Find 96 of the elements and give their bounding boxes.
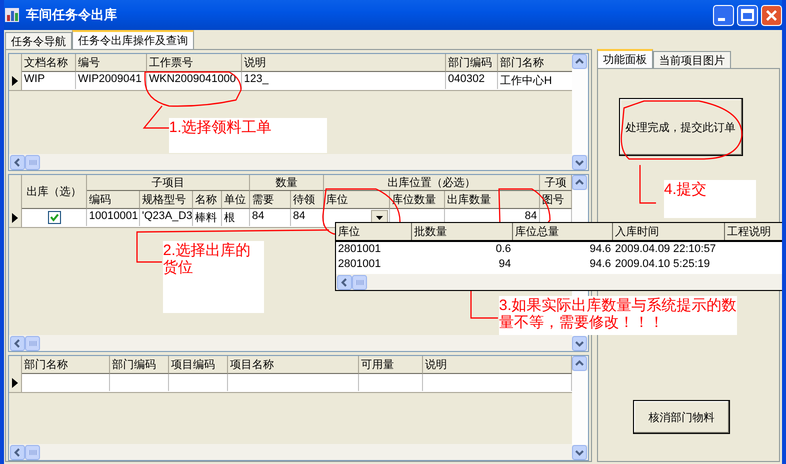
scroll-down-icon[interactable] [572, 155, 587, 170]
table-cell-text: 94.6 [588, 258, 612, 272]
annotation-note: 1.选择领料工单 [169, 118, 327, 153]
scroll-thumb-icon[interactable] [25, 154, 40, 170]
scroll-left-icon[interactable] [10, 154, 25, 170]
horizontal-scrollbar[interactable] [9, 335, 572, 351]
table-cell: 棒料 [193, 209, 222, 226]
scroll-thumb-icon[interactable] [352, 274, 367, 290]
column-header: 库位 [336, 223, 412, 240]
column-header[interactable]: 可用量 [359, 356, 423, 374]
column-header[interactable]: 库位数量 [390, 191, 445, 209]
column-header[interactable]: 库位 [324, 191, 390, 209]
column-header[interactable]: 部门名称 [22, 356, 110, 374]
popup-row[interactable]: 2801001 94 94.6 2009.04.10 5:25:19 [336, 258, 782, 273]
column-header[interactable]: 部门编码 [110, 356, 169, 374]
row-indicator[interactable] [9, 209, 22, 227]
column-header[interactable]: 需要 [250, 191, 291, 209]
column-header[interactable]: 单位 [222, 191, 250, 209]
row-indicator[interactable] [9, 72, 22, 90]
column-header[interactable]: 文档名称 [22, 54, 76, 72]
row-pointer-icon [12, 378, 18, 388]
submit-order-button[interactable]: 处理完成，提交此订单 [618, 98, 742, 156]
app-icon [4, 7, 20, 23]
tab[interactable]: 任务令出库操作及查询 [72, 30, 194, 49]
horizontal-scrollbar[interactable] [9, 444, 572, 460]
column-header: 工程说明 [725, 223, 782, 240]
column-header[interactable]: 说明 [242, 54, 446, 72]
minimize-icon[interactable] [713, 4, 734, 26]
column-header[interactable]: 说明 [423, 356, 572, 374]
tab[interactable]: 任务令导航 [5, 32, 72, 49]
table-cell: 123_ [242, 72, 446, 89]
close-icon[interactable] [761, 4, 782, 26]
column-header[interactable]: 待领 [291, 191, 324, 209]
column-header[interactable]: 项目编码 [169, 356, 228, 374]
scroll-left-icon[interactable] [10, 336, 25, 350]
horizontal-scrollbar[interactable] [336, 274, 782, 290]
table-cell: 84 [291, 209, 324, 226]
leader-line [639, 165, 656, 204]
scroll-thumb-icon[interactable] [25, 336, 40, 350]
table-cell: 10010001 [87, 209, 140, 226]
column-header[interactable]: 工作票号 [147, 54, 242, 72]
table-cell-text: 94.6 [588, 243, 612, 257]
tab[interactable]: 当前项目图片 [653, 51, 731, 68]
table-cell-text: 2009.04.10 5:25:19 [614, 258, 711, 272]
write-off-button[interactable]: 核消部门物料 [633, 400, 730, 434]
column-header[interactable]: 部门编码 [446, 54, 498, 72]
column-header[interactable]: 项目名称 [228, 356, 359, 374]
table-cell-text: 2801001 [337, 258, 382, 272]
scroll-up-icon[interactable] [572, 54, 587, 69]
popup-row[interactable]: 2801001 0.6 94.6 2009.04.09 22:10:57 [336, 243, 782, 258]
column-header[interactable]: 出库数量 [445, 191, 540, 209]
checkbox[interactable] [48, 211, 60, 224]
column-group-header: 子项 [540, 175, 572, 191]
scroll-left-icon[interactable] [337, 274, 352, 290]
horizontal-scrollbar[interactable] [9, 154, 572, 170]
annotation-note: 2.选择出库的货位 [163, 241, 264, 313]
column-group-header: 数量 [250, 175, 324, 191]
tab[interactable]: 功能面板 [597, 49, 653, 68]
scroll-down-icon[interactable] [572, 336, 587, 351]
column-group-header: 子项目 [87, 175, 250, 191]
table-cell: 根 [222, 209, 250, 226]
row-indicator[interactable] [9, 374, 22, 392]
column-header[interactable]: 编号 [76, 54, 147, 72]
table-cell: WIP2009041 [76, 72, 147, 89]
scroll-thumb-icon[interactable] [25, 444, 40, 460]
table-cell: 040302 [446, 72, 498, 89]
annotation-note: 3.如果实际出库数量与系统提示的数量不等，需要修改！！！ [499, 296, 737, 335]
scroll-up-icon[interactable] [572, 175, 587, 190]
row-pointer-icon [12, 213, 18, 223]
table-cell: 84 [250, 209, 291, 226]
table-cell-text: 2801001 [337, 243, 382, 257]
vertical-scrollbar[interactable] [572, 356, 588, 460]
scroll-left-icon[interactable] [10, 444, 25, 460]
scroll-down-icon[interactable] [572, 445, 587, 460]
table-cell: WIP [22, 72, 76, 89]
table-cell-text: 94 [498, 258, 512, 272]
column-header[interactable]: 规格型号 [140, 191, 193, 209]
column-header[interactable]: 出库（选） [22, 175, 87, 209]
table-cell: 'Q23A_D3 [140, 209, 193, 226]
column-header: 库位总量 [513, 223, 613, 240]
scroll-up-icon[interactable] [572, 356, 587, 371]
leader-line [142, 106, 169, 129]
table-cell-text: 0.6 [494, 243, 512, 257]
maximize-icon[interactable] [737, 4, 758, 26]
column-header[interactable]: 编码 [87, 191, 140, 209]
annotation-note: 4.提交 [664, 180, 756, 218]
column-header[interactable]: 部门名称 [498, 54, 574, 72]
column-group-header: 出库位置（必选） [324, 175, 540, 191]
column-header: 批数量 [412, 223, 513, 240]
column-header: 入库时间 [613, 223, 725, 240]
row-pointer-icon [12, 76, 18, 86]
window-title: 车间任务令出库 [26, 6, 117, 24]
table-cell-text: 2009.04.09 22:10:57 [614, 243, 717, 257]
table-cell: WKN2009041000 [147, 72, 242, 89]
column-header[interactable]: 名称 [193, 191, 222, 209]
vertical-scrollbar[interactable] [572, 54, 588, 170]
